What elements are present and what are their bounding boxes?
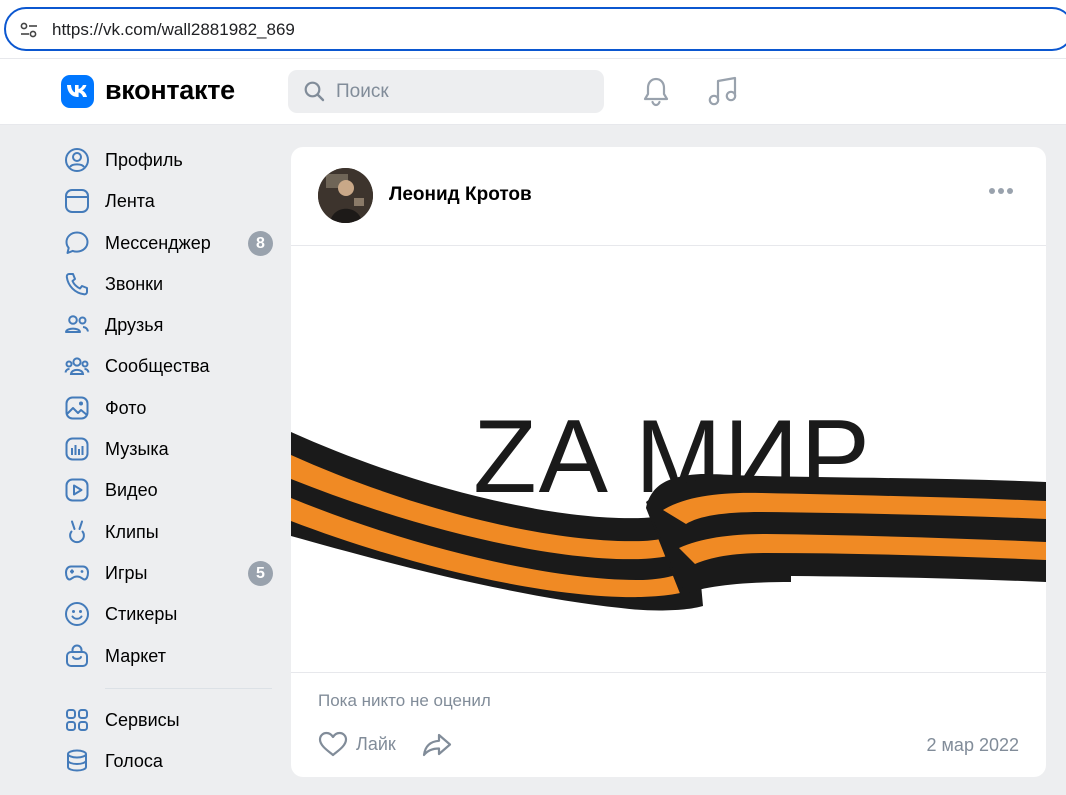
music-icon <box>65 437 89 461</box>
wall-post: Леонид Кротов ZA МИР Пока никто не оцени… <box>291 147 1046 777</box>
url-field[interactable]: https://vk.com/wall2881982_869 <box>4 7 1066 51</box>
friends-icon <box>65 315 89 334</box>
site-header: вконтакте <box>0 58 1066 125</box>
search-box[interactable] <box>288 70 604 113</box>
profile-icon <box>65 148 89 172</box>
unread-badge: 8 <box>248 230 273 256</box>
sidebar-item-profile[interactable]: Профиль <box>58 139 280 180</box>
post-image[interactable]: ZA МИР <box>291 245 1046 673</box>
sidebar-item-games[interactable]: Игры 5 <box>58 552 280 593</box>
sidebar-item-label: Друзья <box>105 315 164 336</box>
left-navigation: Профиль Лента Мессенджер 8 Звонки Друзья… <box>58 139 280 781</box>
sidebar-item-label: Маркет <box>105 645 166 666</box>
author-avatar[interactable] <box>318 168 373 223</box>
sidebar-item-friends[interactable]: Друзья <box>58 304 280 345</box>
more-options-icon[interactable] <box>989 188 1013 194</box>
like-label: Лайк <box>356 733 396 754</box>
post-date[interactable]: 2 мар 2022 <box>927 735 1019 756</box>
sidebar-item-votes[interactable]: Голоса <box>58 740 280 781</box>
sidebar-item-photo[interactable]: Фото <box>58 387 280 428</box>
sidebar-divider <box>105 687 272 689</box>
services-icon <box>66 708 88 731</box>
sidebar-item-label: Фото <box>105 397 147 418</box>
communities-icon <box>64 357 90 376</box>
photo-icon <box>65 396 89 420</box>
feed-icon <box>65 189 89 214</box>
sidebar-item-calls[interactable]: Звонки <box>58 263 280 304</box>
sidebar-item-services[interactable]: Сервисы <box>58 699 280 740</box>
author-name[interactable]: Леонид Кротов <box>389 184 532 206</box>
sidebar-item-clips[interactable]: Клипы <box>58 511 280 552</box>
notifications-bell-icon[interactable] <box>641 76 671 107</box>
sidebar-item-feed[interactable]: Лента <box>58 180 280 221</box>
games-icon <box>65 565 89 581</box>
sidebar-item-label: Мессенджер <box>105 232 211 253</box>
games-badge: 5 <box>248 560 273 586</box>
sidebar-item-label: Профиль <box>105 150 183 170</box>
sidebar-item-messenger[interactable]: Мессенджер 8 <box>58 222 280 263</box>
sidebar-item-label: Сервисы <box>105 709 180 730</box>
votes-icon <box>67 749 87 772</box>
share-icon[interactable] <box>422 732 452 758</box>
market-icon <box>66 644 88 667</box>
messenger-icon <box>65 231 89 254</box>
sidebar-item-label: Видео <box>105 480 158 501</box>
sidebar-item-label: Лента <box>105 191 155 212</box>
vk-wordmark[interactable]: вконтакте <box>105 75 235 106</box>
search-icon <box>304 81 325 102</box>
sidebar-item-market[interactable]: Маркет <box>58 635 280 676</box>
phone-icon <box>65 272 88 296</box>
sidebar-item-label: Голоса <box>105 751 163 772</box>
clips-icon <box>69 520 85 543</box>
sidebar-item-label: Звонки <box>105 273 164 294</box>
stickers-icon <box>65 602 89 627</box>
video-icon <box>65 478 89 502</box>
vk-logo-icon[interactable] <box>61 75 94 108</box>
sidebar-item-stickers[interactable]: Стикеры <box>58 593 280 634</box>
like-button[interactable]: Лайк <box>318 731 396 757</box>
sidebar-item-label: Клипы <box>105 521 159 542</box>
browser-address-bar: https://vk.com/wall2881982_869 <box>0 0 1066 58</box>
music-player-icon[interactable] <box>707 76 739 107</box>
sidebar-item-music[interactable]: Музыка <box>58 428 280 469</box>
heart-icon <box>318 731 348 757</box>
sidebar-item-communities[interactable]: Сообщества <box>58 345 280 386</box>
site-settings-icon[interactable] <box>20 22 38 38</box>
sidebar-item-label: Сообщества <box>105 356 210 377</box>
sidebar-item-video[interactable]: Видео <box>58 469 280 510</box>
st-george-ribbon-graphic <box>291 432 1046 611</box>
likes-summary: Пока никто не оценил <box>318 691 491 710</box>
sidebar-item-label: Музыка <box>105 439 169 460</box>
sidebar-item-label: Стикеры <box>105 604 178 625</box>
url-text: https://vk.com/wall2881982_869 <box>52 20 295 39</box>
sidebar-item-label: Игры <box>105 562 148 583</box>
search-input[interactable] <box>336 70 586 113</box>
